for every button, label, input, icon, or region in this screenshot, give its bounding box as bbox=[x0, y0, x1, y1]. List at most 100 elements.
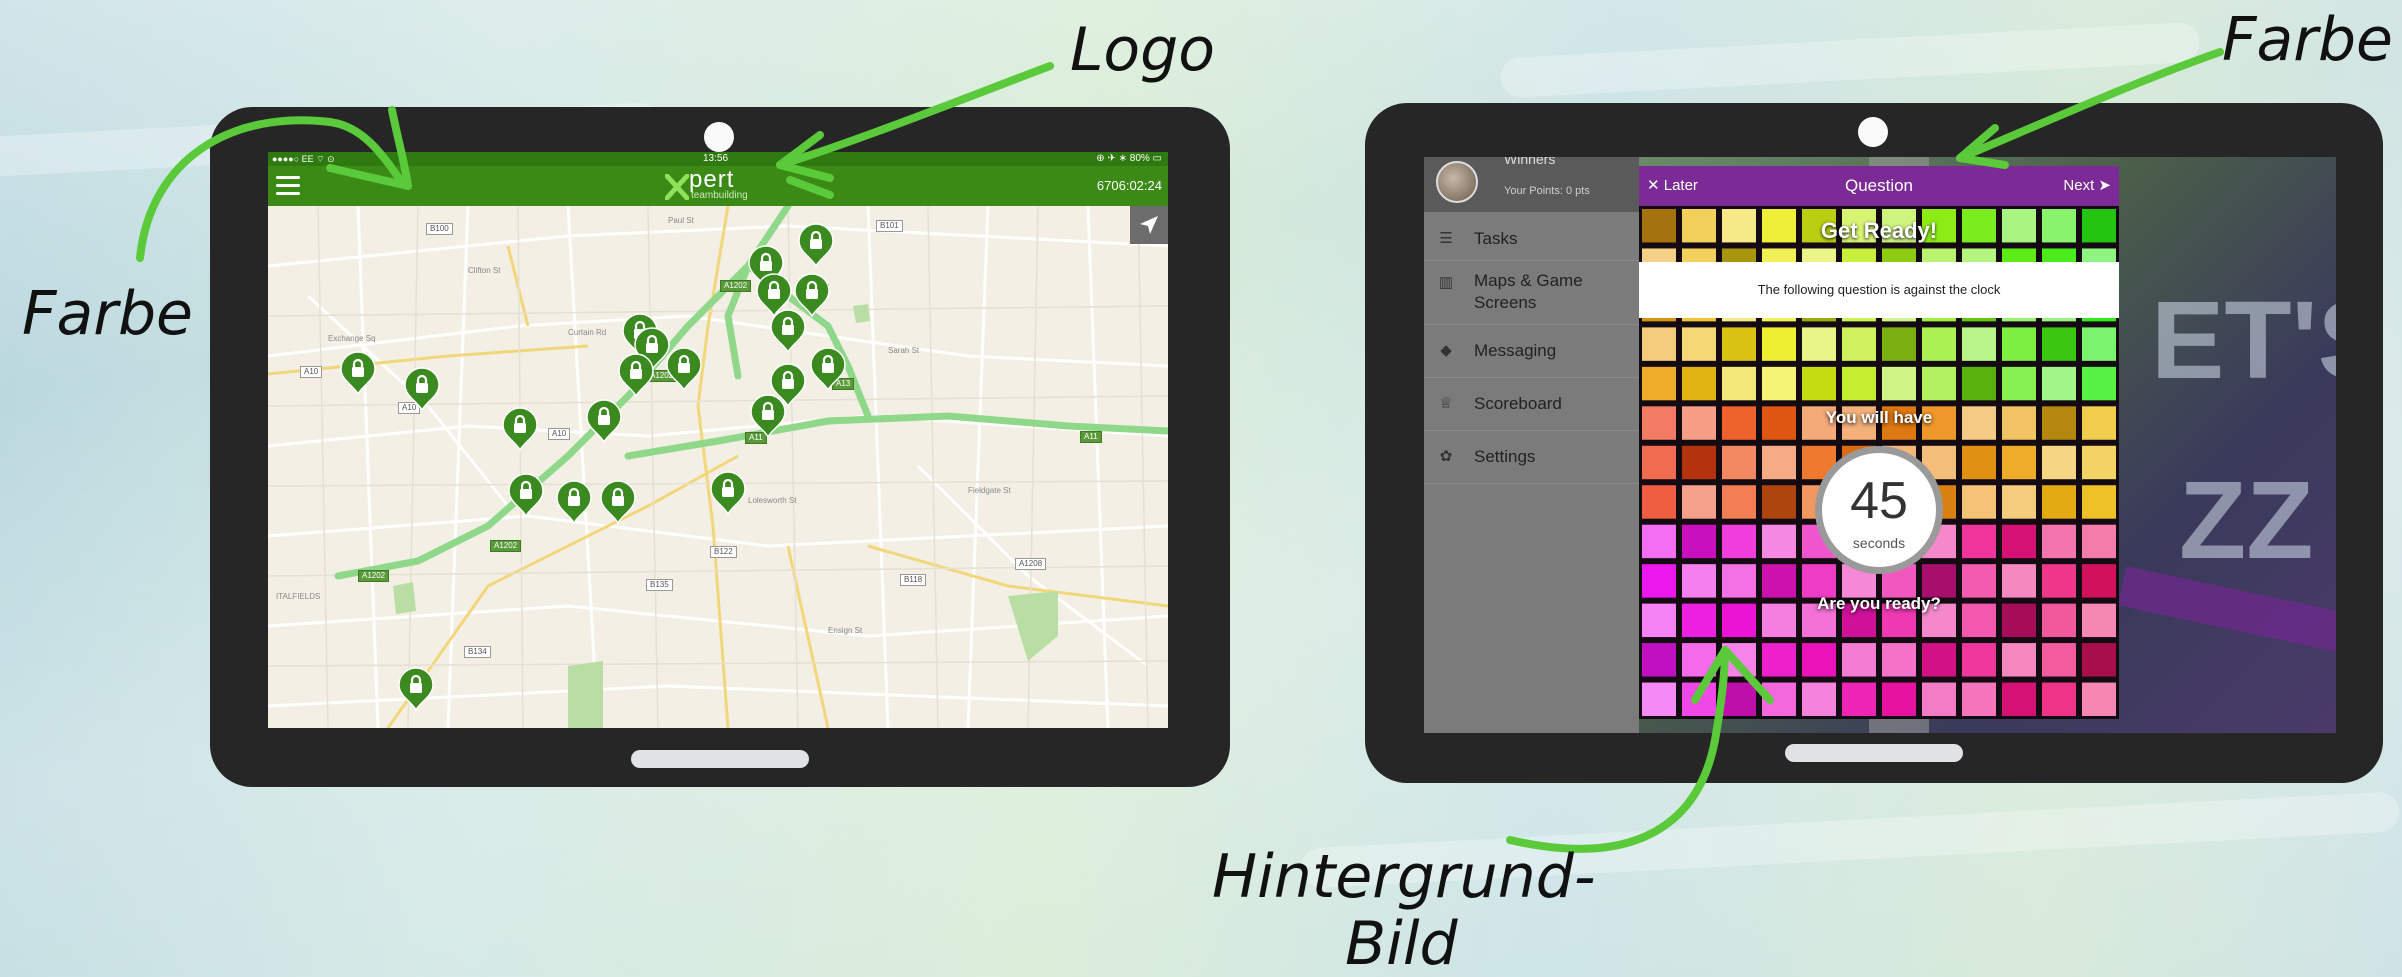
sidebar-item-maps[interactable]: ▥ Maps & Game Screens bbox=[1424, 261, 1639, 325]
camera-dot bbox=[704, 122, 734, 152]
disco-tile bbox=[1962, 327, 1996, 361]
disco-tile bbox=[1722, 445, 1756, 480]
lock-marker[interactable] bbox=[502, 407, 538, 452]
question-panel: ✕ Later Question Next ➤ Get Ready! The f… bbox=[1639, 166, 2119, 719]
disco-tile bbox=[1722, 682, 1756, 716]
countdown-seconds: 45 bbox=[1850, 472, 1908, 530]
chat-bubble-icon: ◆ bbox=[1440, 342, 1452, 359]
disco-tile bbox=[2002, 564, 2036, 598]
lock-marker[interactable] bbox=[340, 351, 376, 396]
get-ready-heading: Get Ready! bbox=[1820, 218, 1938, 243]
sidebar-item-label: Scoreboard bbox=[1474, 394, 1562, 413]
lock-markers-layer bbox=[340, 223, 846, 712]
avatar[interactable] bbox=[1436, 161, 1478, 203]
countdown-circle: 45 seconds bbox=[1815, 446, 1943, 574]
lock-marker[interactable] bbox=[618, 353, 654, 398]
disco-tile bbox=[1722, 485, 1756, 519]
disco-tile bbox=[1682, 564, 1716, 598]
disco-tile bbox=[1642, 366, 1676, 401]
lock-marker[interactable] bbox=[770, 309, 806, 354]
sidebar-item-messaging[interactable]: ◆ Messaging bbox=[1424, 325, 1639, 378]
map-app-screen: ●●●●○ EE ⌔ ⊙ 13:56 ⊕ ✈ ∗ 80% ▭ pert team… bbox=[268, 152, 1168, 728]
disco-tile bbox=[1682, 327, 1716, 361]
disco-tile bbox=[1762, 366, 1796, 401]
lock-marker[interactable] bbox=[586, 399, 622, 444]
disco-tile bbox=[1682, 485, 1716, 519]
disco-tile bbox=[1762, 524, 1796, 559]
disco-tile bbox=[1802, 327, 1836, 361]
disco-tile bbox=[1762, 682, 1796, 716]
lock-marker[interactable] bbox=[794, 273, 830, 318]
lock-marker[interactable] bbox=[666, 347, 702, 392]
disco-tile bbox=[1762, 327, 1796, 361]
disco-tile bbox=[1642, 643, 1676, 677]
disco-tile bbox=[2002, 327, 2036, 361]
disco-tile bbox=[1722, 366, 1756, 401]
map-view[interactable]: B100 B101 A10 A10 A10 B122 B135 B118 B13… bbox=[268, 206, 1168, 728]
disco-tile bbox=[1882, 366, 1916, 401]
list-icon: ☰ bbox=[1439, 230, 1453, 247]
disco-tile bbox=[1722, 643, 1756, 677]
disco-tile bbox=[1722, 564, 1756, 598]
disco-tile bbox=[2042, 524, 2076, 559]
camera-dot bbox=[1858, 117, 1888, 147]
sidebar-item-label: Settings bbox=[1474, 447, 1536, 466]
lock-marker[interactable] bbox=[398, 667, 434, 712]
disco-tile bbox=[1642, 564, 1676, 598]
hamburger-icon[interactable] bbox=[274, 172, 302, 200]
disco-tile bbox=[1682, 366, 1716, 401]
home-bar bbox=[1785, 744, 1963, 762]
disco-tile bbox=[2042, 564, 2076, 598]
disco-tile bbox=[1842, 366, 1876, 401]
disco-tile bbox=[2042, 643, 2076, 677]
disco-tile bbox=[2042, 445, 2076, 480]
disco-tile bbox=[2082, 366, 2116, 401]
sidebar-item-scoreboard[interactable]: ♕ Scoreboard bbox=[1424, 378, 1639, 431]
gear-icon: ✿ bbox=[1439, 448, 1453, 465]
sidebar: Winners Your Points: 0 pts ☰ Tasks ▥ Map… bbox=[1424, 157, 1639, 733]
xpert-logo: pert teambuilding bbox=[665, 168, 775, 204]
countdown-unit: seconds bbox=[1852, 535, 1906, 551]
trophy-icon: ♕ bbox=[1439, 395, 1453, 412]
disco-tile bbox=[2042, 327, 2076, 361]
next-button[interactable]: Next ➤ bbox=[2063, 166, 2111, 206]
disco-tile bbox=[1922, 682, 1956, 716]
disco-tile bbox=[1802, 366, 1836, 401]
question-app-screen: Winners Your Points: 0 pts ☰ Tasks ▥ Map… bbox=[1424, 157, 2336, 733]
countdown-timer: 6706:02:24 bbox=[1096, 178, 1162, 193]
team-points: Your Points: 0 pts bbox=[1504, 185, 1590, 197]
lock-marker[interactable] bbox=[600, 480, 636, 525]
logo-subtitle: teambuilding bbox=[691, 190, 748, 201]
app-bar: pert teambuilding 6706:02:24 bbox=[268, 166, 1168, 206]
disco-tile bbox=[1762, 564, 1796, 598]
disco-tile bbox=[2002, 682, 2036, 716]
disco-tile bbox=[1682, 445, 1716, 480]
x-logo-icon bbox=[665, 174, 689, 200]
disco-tile bbox=[1642, 524, 1676, 559]
disco-tile bbox=[2082, 682, 2116, 716]
annotation-logo: Logo bbox=[1070, 15, 1215, 85]
lock-marker[interactable] bbox=[810, 347, 846, 392]
right-tablet: Winners Your Points: 0 pts ☰ Tasks ▥ Map… bbox=[1365, 103, 2383, 783]
disco-tile bbox=[1722, 524, 1756, 559]
annotation-bild: Bild bbox=[1345, 909, 1458, 977]
sidebar-item-label: Tasks bbox=[1474, 229, 1518, 248]
lock-marker[interactable] bbox=[404, 367, 440, 412]
sidebar-item-settings[interactable]: ✿ Settings bbox=[1424, 431, 1639, 484]
lock-marker[interactable] bbox=[508, 473, 544, 518]
disco-tile bbox=[1682, 643, 1716, 677]
disco-tile bbox=[1922, 643, 1956, 677]
background-streak bbox=[1499, 21, 2201, 99]
disco-tile bbox=[2082, 643, 2116, 677]
lock-marker[interactable] bbox=[798, 223, 834, 268]
lock-marker[interactable] bbox=[556, 480, 592, 525]
lock-marker[interactable] bbox=[710, 471, 746, 516]
background-text-bottom: ZZ bbox=[2179, 459, 2314, 582]
lock-marker[interactable] bbox=[750, 394, 786, 439]
disco-tile bbox=[1802, 564, 1836, 598]
disco-tile bbox=[1962, 564, 1996, 598]
sidebar-item-tasks[interactable]: ☰ Tasks bbox=[1424, 217, 1639, 261]
disco-tile bbox=[1802, 682, 1836, 716]
disco-tile bbox=[2002, 366, 2036, 401]
disco-tile bbox=[1682, 682, 1716, 716]
